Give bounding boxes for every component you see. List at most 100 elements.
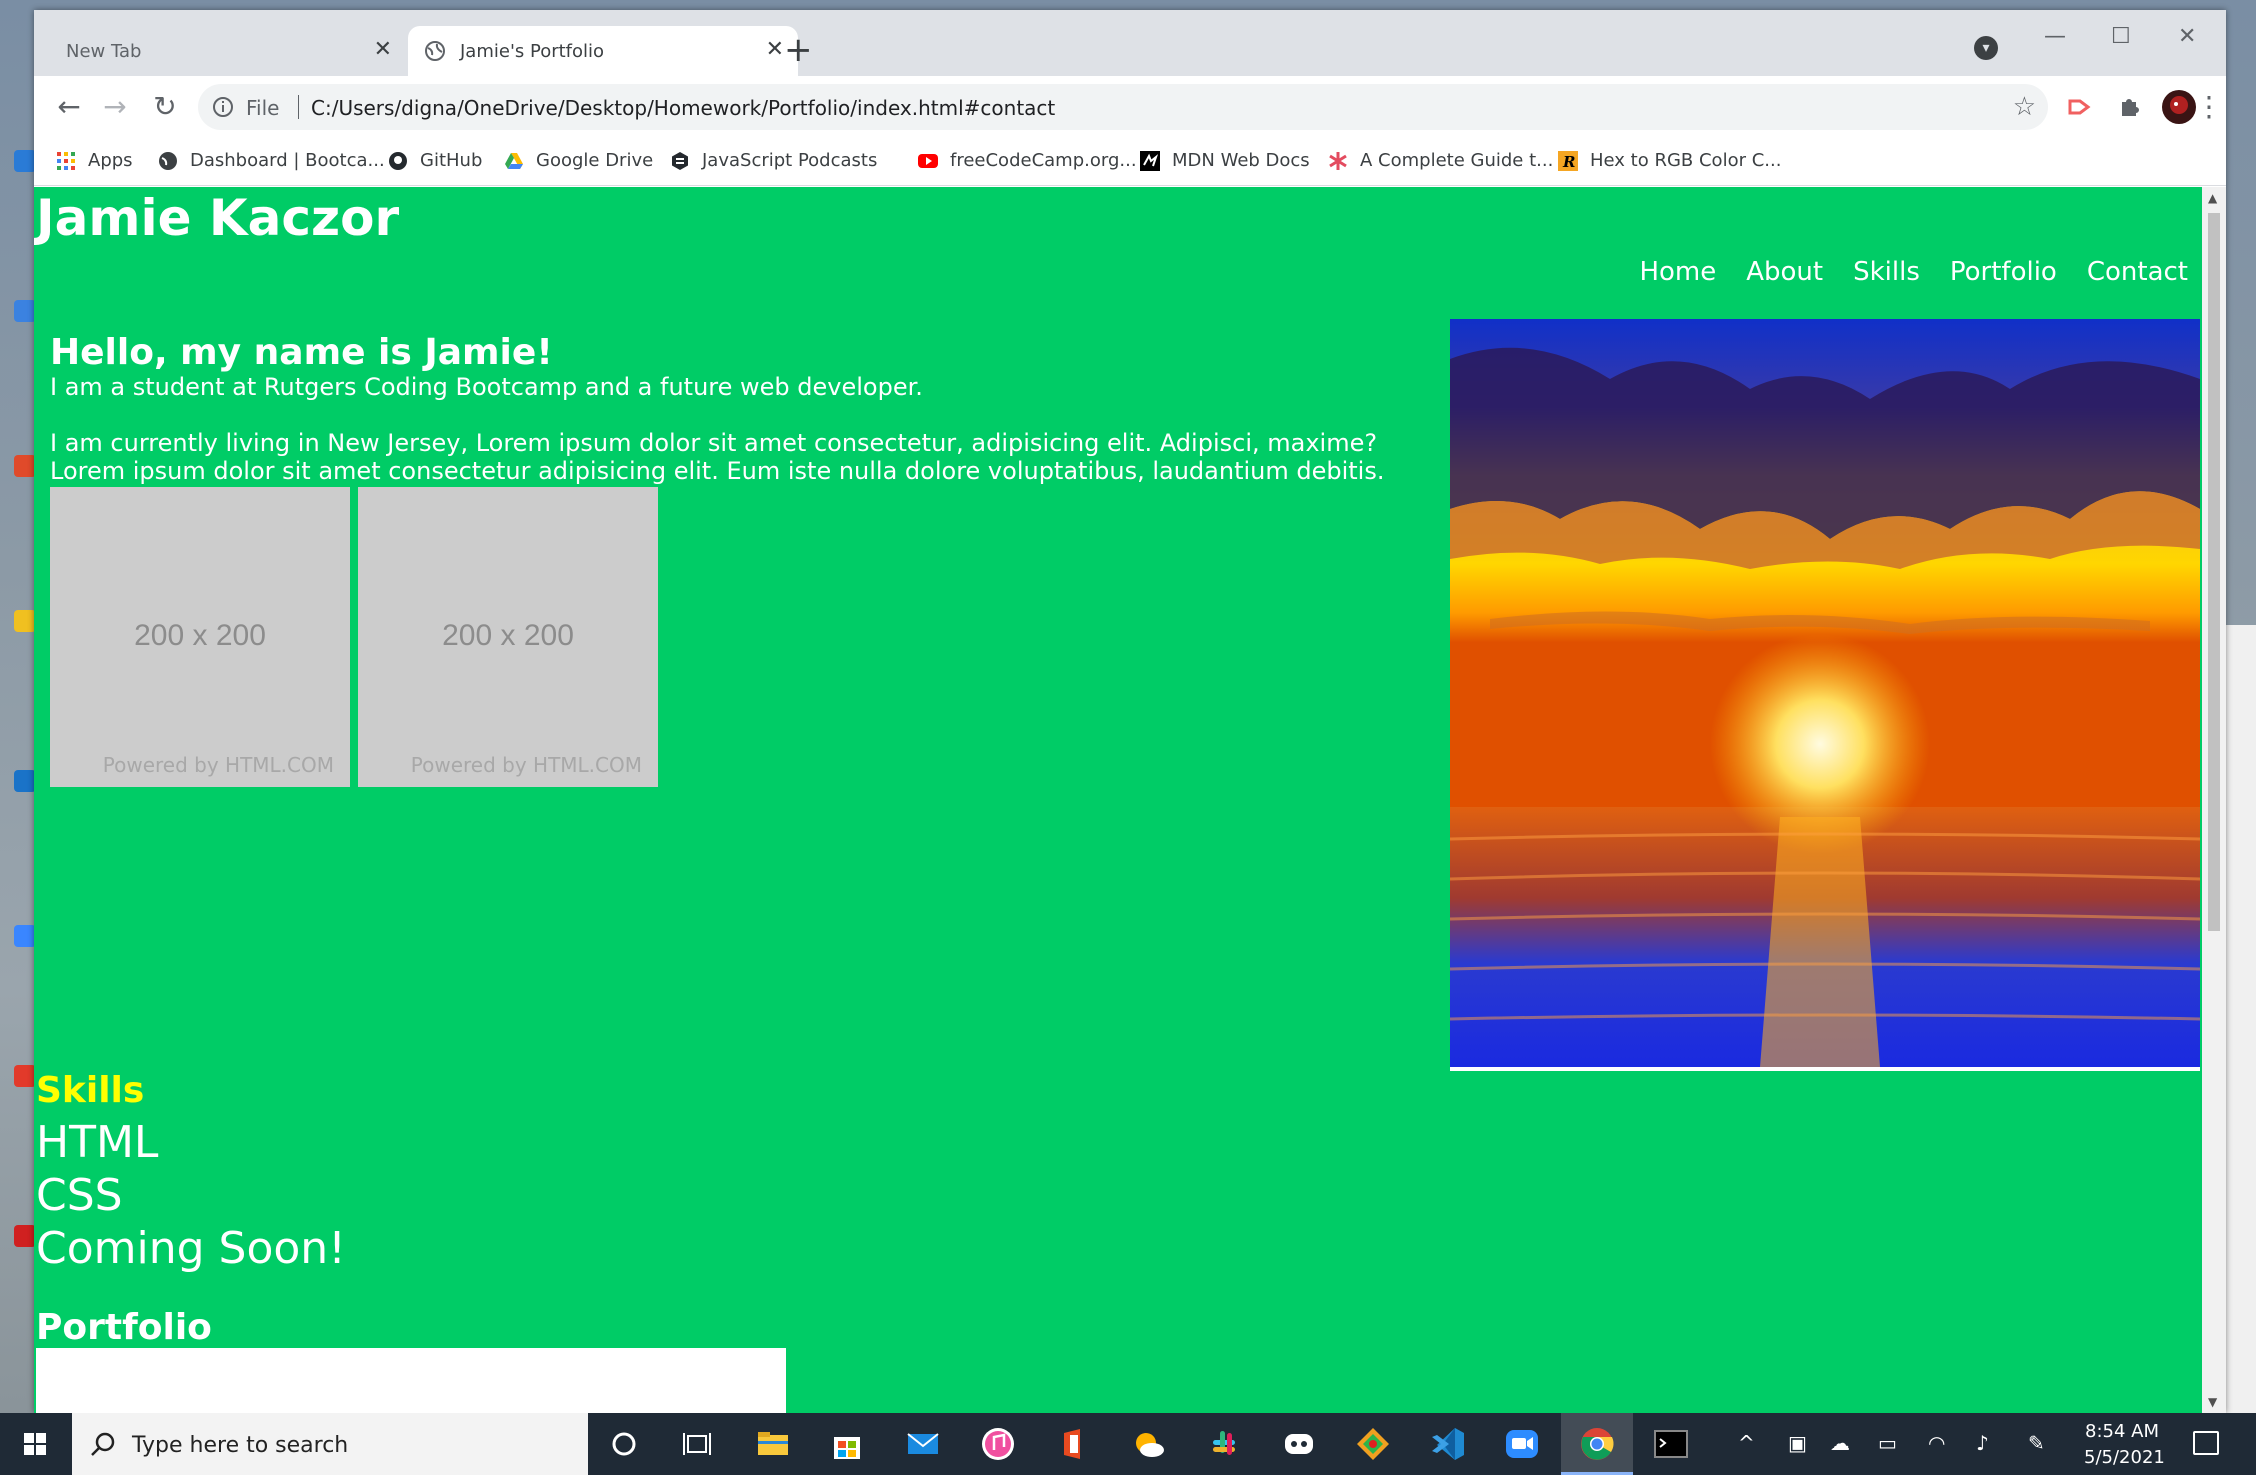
scrollbar-thumb[interactable] <box>2208 213 2220 931</box>
gitkraken-icon[interactable] <box>1354 1425 1392 1463</box>
bookmark-mdn[interactable]: MDN Web Docs <box>1140 150 1310 171</box>
extensions-puzzle-icon[interactable] <box>2114 92 2144 122</box>
sunset-illustration <box>1450 319 2200 1067</box>
address-bar[interactable]: File C:/Users/digna/OneDrive/Desktop/Hom… <box>198 84 2048 130</box>
tab-search-icon[interactable]: ▾ <box>1974 36 1998 60</box>
desktop-icon-7[interactable] <box>14 1065 36 1087</box>
windows-start-icon[interactable] <box>0 1413 70 1475</box>
bookmark-complete-guide[interactable]: A Complete Guide t... <box>1328 150 1553 171</box>
weather-icon[interactable] <box>1130 1425 1168 1463</box>
desktop-icon-5[interactable] <box>14 770 36 792</box>
notification-center-icon[interactable] <box>2193 1431 2219 1455</box>
reload-icon[interactable]: ↻ <box>148 90 182 124</box>
meet-now-icon[interactable]: ▣ <box>1788 1431 1807 1455</box>
browser-window: New Tab ✕ Jamie's Portfolio ✕ + ▾ — ☐ ✕ … <box>34 10 2226 1413</box>
placeholder-image: 200 x 200 Powered by HTML.COM <box>50 487 350 787</box>
tab-new-tab[interactable]: New Tab ✕ <box>34 26 406 76</box>
taskbar-search[interactable]: Type here to search <box>72 1413 588 1475</box>
omnibox-divider <box>298 95 299 119</box>
scroll-down-arrow-icon[interactable]: ▼ <box>2208 1395 2217 1409</box>
desktop-icon-1[interactable] <box>14 150 36 172</box>
forward-arrow-icon[interactable]: → <box>98 90 132 124</box>
bookmark-dashboard[interactable]: Dashboard | Bootca... <box>158 150 385 171</box>
mail-icon[interactable] <box>904 1425 942 1463</box>
nav-portfolio[interactable]: Portfolio <box>1950 257 2057 287</box>
asterisk-icon <box>1329 151 1347 170</box>
microsoft-store-icon[interactable] <box>828 1425 866 1463</box>
cortana-icon[interactable] <box>605 1425 643 1463</box>
placeholder-size-label: 200 x 200 <box>134 619 266 652</box>
file-explorer-icon[interactable] <box>754 1425 792 1463</box>
info-icon[interactable] <box>212 96 234 118</box>
bookmark-github[interactable]: GitHub <box>388 150 482 171</box>
tab-strip: New Tab ✕ Jamie's Portfolio ✕ + ▾ — ☐ ✕ <box>34 10 2226 76</box>
placeholder-powered-label: Powered by HTML.COM <box>102 753 334 777</box>
url-text[interactable]: C:/Users/digna/OneDrive/Desktop/Homework… <box>311 96 1055 120</box>
discord-icon[interactable] <box>1280 1425 1318 1463</box>
maximize-icon[interactable]: ☐ <box>2111 24 2131 49</box>
github-icon <box>389 151 407 170</box>
placeholder-powered-label: Powered by HTML.COM <box>410 753 642 777</box>
browser-toolbar: ← → ↻ File C:/Users/digna/OneDrive/Deskt… <box>34 76 2226 138</box>
chrome-icon[interactable] <box>1578 1425 1616 1463</box>
desktop-icon-4[interactable] <box>14 610 36 632</box>
bookmark-label: Apps <box>88 150 133 171</box>
desktop-icon-2[interactable] <box>14 300 36 322</box>
avatar[interactable] <box>2162 90 2196 124</box>
skills-heading: Skills <box>36 1070 145 1111</box>
desktop-icon-8[interactable] <box>14 1225 36 1247</box>
clock-time[interactable]: 8:54 AM <box>2085 1421 2159 1442</box>
office-icon[interactable] <box>1054 1425 1092 1463</box>
desktop-icon-3[interactable] <box>14 455 36 477</box>
minimize-icon[interactable]: — <box>2044 24 2066 49</box>
itunes-icon[interactable] <box>979 1425 1017 1463</box>
bookmark-google-drive[interactable]: Google Drive <box>504 150 653 171</box>
r-logo-icon: R <box>1558 150 1578 171</box>
nav-skills[interactable]: Skills <box>1853 257 1920 287</box>
portfolio-panel <box>36 1348 786 1413</box>
volume-icon[interactable]: ♪ <box>1976 1431 1989 1455</box>
nav-about[interactable]: About <box>1746 257 1823 287</box>
globe-icon <box>159 151 177 170</box>
tab-title: New Tab <box>66 40 142 62</box>
pen-icon[interactable]: ✎ <box>2028 1431 2045 1455</box>
clock-date[interactable]: 5/5/2021 <box>2084 1447 2165 1468</box>
window-close-icon[interactable]: ✕ <box>2178 24 2196 49</box>
bookmarks-bar: Apps Dashboard | Bootca... GitHub Google… <box>34 138 2226 186</box>
nav-contact[interactable]: Contact <box>2087 257 2188 287</box>
site-nav: Home About Skills Portfolio Contact <box>1639 257 2188 287</box>
wifi-icon[interactable]: ◠ <box>1928 1431 1945 1455</box>
menu-kebab-icon[interactable]: ⋮ <box>2192 90 2226 124</box>
vscode-icon[interactable] <box>1429 1425 1467 1463</box>
background-window-edge <box>2226 625 2256 1415</box>
bookmark-label: Dashboard | Bootca... <box>190 150 385 171</box>
tab-portfolio[interactable]: Jamie's Portfolio ✕ <box>408 26 798 76</box>
zoom-icon[interactable] <box>1503 1425 1541 1463</box>
extension-red-icon[interactable] <box>2064 92 2094 122</box>
back-arrow-icon[interactable]: ← <box>52 90 86 124</box>
search-icon <box>91 1432 115 1456</box>
terminal-icon[interactable] <box>1652 1425 1690 1463</box>
close-icon[interactable]: ✕ <box>766 39 784 61</box>
task-view-icon[interactable] <box>678 1425 716 1463</box>
bookmark-label: MDN Web Docs <box>1172 150 1310 171</box>
onedrive-cloud-icon[interactable]: ☁ <box>1830 1431 1850 1455</box>
bookmark-hex-to-rgb[interactable]: R Hex to RGB Color C... <box>1558 150 1781 171</box>
slack-icon[interactable] <box>1205 1425 1243 1463</box>
close-icon[interactable]: ✕ <box>374 39 392 61</box>
bookmark-apps[interactable]: Apps <box>56 150 133 171</box>
google-drive-icon <box>505 152 523 169</box>
bookmark-label: JavaScript Podcasts <box>702 150 878 171</box>
desktop-icon-6[interactable] <box>14 925 36 947</box>
nav-home[interactable]: Home <box>1639 257 1716 287</box>
battery-icon[interactable]: ▭ <box>1878 1431 1897 1455</box>
bookmark-freecodecamp[interactable]: freeCodeCamp.org... <box>918 150 1137 171</box>
show-hidden-icons-chevron-icon[interactable]: ^ <box>1738 1431 1755 1455</box>
bookmark-star-icon[interactable]: ☆ <box>2013 94 2036 120</box>
scroll-up-arrow-icon[interactable]: ▲ <box>2208 191 2217 205</box>
new-tab-button[interactable]: + <box>784 32 813 68</box>
hero-intro-text: I am a student at Rutgers Coding Bootcam… <box>50 373 923 401</box>
bookmark-javascript-podcasts[interactable]: JavaScript Podcasts <box>670 150 877 171</box>
page-scrollbar[interactable]: ▲ ▼ <box>2202 187 2226 1413</box>
placeholder-image: 200 x 200 Powered by HTML.COM <box>358 487 658 787</box>
